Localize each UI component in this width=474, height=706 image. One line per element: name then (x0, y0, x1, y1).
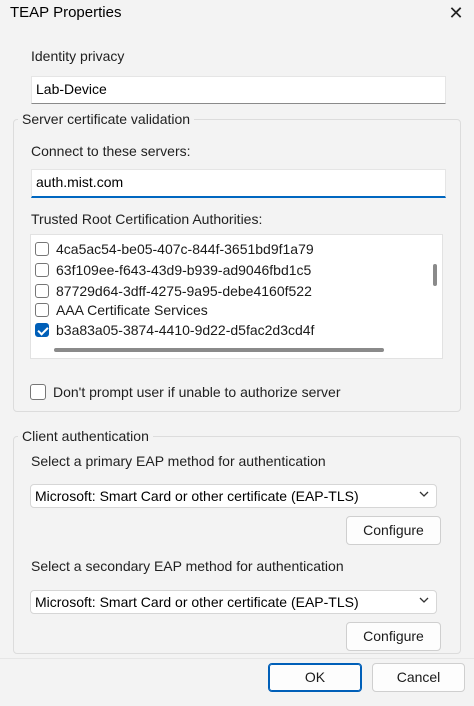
secondary-eap-select[interactable]: Microsoft: Smart Card or other certifica… (30, 590, 437, 614)
list-item[interactable]: 63f109ee-f643-43d9-b939-ad9046fbd1c5 (35, 259, 311, 280)
ca-checkbox[interactable] (35, 302, 49, 317)
list-item[interactable]: AAA Certificate Services (35, 299, 208, 320)
horizontal-scrollbar[interactable] (54, 348, 384, 352)
ca-name: 87729d64-3dff-4275-9a95-debe4160f522 (56, 282, 312, 299)
ok-button[interactable]: OK (268, 663, 362, 692)
ca-name: AAA Certificate Services (56, 301, 208, 318)
identity-privacy-label: Identity privacy (31, 48, 125, 64)
dont-prompt-label: Don't prompt user if unable to authorize… (53, 384, 341, 400)
ca-name: b3a83a05-3874-4410-9d22-d5fac2d3cd4f (56, 321, 315, 338)
ca-checkbox[interactable] (35, 262, 49, 277)
connect-servers-field[interactable]: auth.mist.com (31, 169, 446, 198)
list-item[interactable]: 87729d64-3dff-4275-9a95-debe4160f522 (35, 280, 312, 301)
primary-eap-select[interactable]: Microsoft: Smart Card or other certifica… (30, 484, 437, 508)
list-item[interactable]: b3a83a05-3874-4410-9d22-d5fac2d3cd4f (35, 319, 314, 340)
trusted-root-label: Trusted Root Certification Authorities: (31, 211, 263, 227)
dont-prompt-option[interactable]: Don't prompt user if unable to authorize… (30, 384, 341, 400)
chevron-down-icon (419, 491, 429, 497)
secondary-eap-value: Microsoft: Smart Card or other certifica… (35, 594, 359, 610)
vertical-scrollbar[interactable] (433, 264, 437, 286)
ca-checkbox[interactable] (35, 241, 49, 256)
trusted-root-list[interactable]: 4ca5ac54-be05-407c-844f-3651bd9f1a79 63f… (30, 234, 443, 359)
primary-eap-value: Microsoft: Smart Card or other certifica… (35, 488, 359, 504)
close-icon[interactable]: ✕ (443, 1, 469, 25)
ca-name: 63f109ee-f643-43d9-b939-ad9046fbd1c5 (56, 261, 312, 278)
client-auth-title: Client authentication (18, 428, 153, 444)
server-validation-title: Server certificate validation (18, 111, 195, 127)
connect-servers-label: Connect to these servers: (31, 143, 191, 159)
secondary-eap-label: Select a secondary EAP method for authen… (31, 558, 344, 574)
ca-checkbox-checked[interactable] (35, 322, 49, 337)
ca-checkbox[interactable] (35, 283, 49, 298)
chevron-down-icon (419, 597, 429, 603)
configure-primary-button[interactable]: Configure (346, 516, 441, 545)
dont-prompt-checkbox[interactable] (30, 384, 46, 400)
ca-name: 4ca5ac54-be05-407c-844f-3651bd9f1a79 (56, 240, 314, 257)
configure-secondary-button[interactable]: Configure (346, 622, 441, 651)
identity-privacy-field[interactable]: Lab-Device (31, 76, 446, 104)
window-title: TEAP Properties (10, 4, 122, 21)
cancel-button[interactable]: Cancel (372, 663, 465, 692)
primary-eap-label: Select a primary EAP method for authenti… (31, 453, 326, 469)
list-item[interactable]: 4ca5ac54-be05-407c-844f-3651bd9f1a79 (35, 238, 314, 259)
